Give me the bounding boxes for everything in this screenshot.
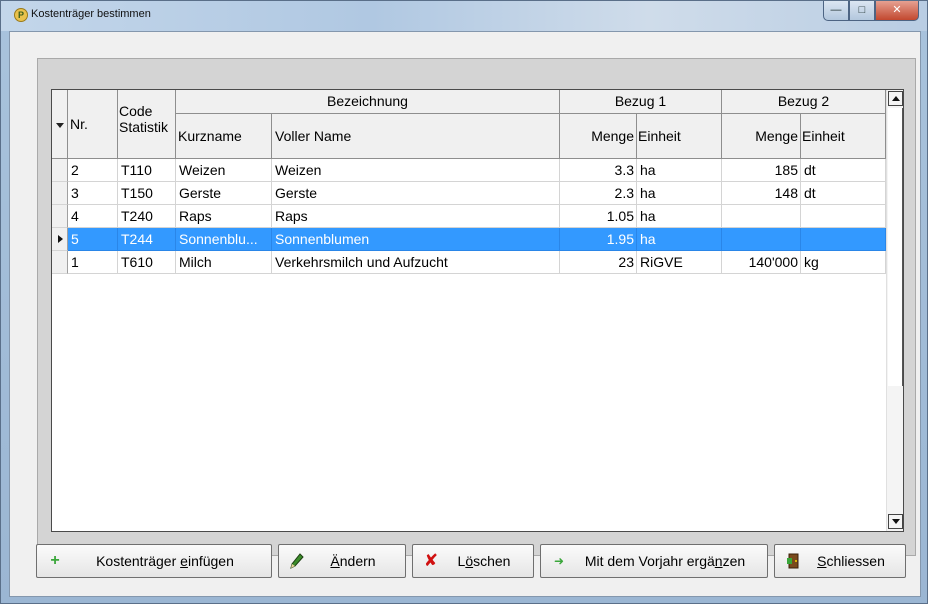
header-bezug1-menge[interactable]: Menge bbox=[560, 114, 637, 159]
cell-b2-menge[interactable]: 140'000 bbox=[722, 251, 801, 274]
delete-button[interactable]: ✘ Löschen bbox=[412, 544, 534, 578]
edit-button[interactable]: Ändern bbox=[278, 544, 406, 578]
complete-from-previous-year-label: Mit dem Vorjahr ergänzen bbox=[584, 553, 746, 569]
header-bezug2-einheit[interactable]: Einheit bbox=[801, 114, 886, 159]
cell-voller-name[interactable]: Raps bbox=[272, 205, 560, 228]
header-bezug2-menge[interactable]: Menge bbox=[722, 114, 801, 159]
window-title: Kostenträger bestimmen bbox=[31, 8, 151, 20]
cell-b2-einheit[interactable]: dt bbox=[801, 182, 886, 205]
cell-nr[interactable]: 3 bbox=[68, 182, 118, 205]
cell-b2-einheit[interactable]: dt bbox=[801, 159, 886, 182]
header-group-bezug2: Bezug 2 bbox=[722, 90, 886, 114]
header-group-bezug1: Bezug 1 bbox=[560, 90, 722, 114]
cell-code[interactable]: T244 bbox=[118, 228, 176, 251]
cost-object-grid[interactable]: Nr. Code Statistik Bezeichnung Bezug 1 B… bbox=[51, 89, 904, 532]
add-cost-object-label: Kostenträger einfügen bbox=[96, 553, 234, 569]
close-dialog-label: Schliessen bbox=[817, 553, 885, 569]
cell-voller-name[interactable]: Sonnenblumen bbox=[272, 228, 560, 251]
close-icon: ✕ bbox=[892, 4, 902, 16]
add-cost-object-button[interactable]: + Kostenträger einfügen bbox=[36, 544, 272, 578]
grid-panel: Nr. Code Statistik Bezeichnung Bezug 1 B… bbox=[37, 58, 916, 556]
dropdown-arrow-icon bbox=[56, 123, 64, 128]
plus-icon: + bbox=[50, 552, 60, 569]
cell-b1-menge[interactable]: 3.3 bbox=[560, 159, 637, 182]
header-group-bezeichnung: Bezeichnung bbox=[176, 90, 560, 114]
cell-voller-name[interactable]: Gerste bbox=[272, 182, 560, 205]
header-kurzname[interactable]: Kurzname bbox=[176, 114, 272, 159]
cell-kurzname[interactable]: Weizen bbox=[176, 159, 272, 182]
arrow-import-icon: ➜ bbox=[553, 554, 565, 568]
scroll-up-arrow-icon bbox=[892, 96, 900, 101]
header-voller-name[interactable]: Voller Name bbox=[272, 114, 560, 159]
cell-kurzname[interactable]: Sonnenblu... bbox=[176, 228, 272, 251]
vertical-scrollbar[interactable] bbox=[886, 90, 903, 531]
complete-from-previous-year-button[interactable]: ➜ Mit dem Vorjahr ergänzen bbox=[540, 544, 768, 578]
cell-b2-menge[interactable]: 185 bbox=[722, 159, 801, 182]
dialog-client-area: Nr. Code Statistik Bezeichnung Bezug 1 B… bbox=[9, 31, 921, 597]
cell-b1-menge[interactable]: 1.05 bbox=[560, 205, 637, 228]
cell-b2-menge[interactable] bbox=[722, 228, 801, 251]
scroll-up-button[interactable] bbox=[888, 91, 903, 106]
current-row-arrow-icon bbox=[58, 235, 63, 243]
close-dialog-button[interactable]: Schliessen bbox=[774, 544, 906, 578]
minimize-button[interactable]: — bbox=[823, 1, 849, 21]
cell-nr[interactable]: 2 bbox=[68, 159, 118, 182]
pencil-icon bbox=[289, 545, 305, 580]
scroll-down-button[interactable] bbox=[888, 514, 903, 529]
cell-b1-menge[interactable]: 1.95 bbox=[560, 228, 637, 251]
cell-code[interactable]: T240 bbox=[118, 205, 176, 228]
dialog-window: P Kostenträger bestimmen — □ ✕ Nr. Code … bbox=[0, 0, 928, 604]
row-selector[interactable] bbox=[52, 182, 68, 205]
cell-kurzname[interactable]: Raps bbox=[176, 205, 272, 228]
cell-b2-menge[interactable] bbox=[722, 205, 801, 228]
cell-nr[interactable]: 5 bbox=[68, 228, 118, 251]
header-code-statistik[interactable]: Code Statistik bbox=[118, 90, 176, 159]
header-nr[interactable]: Nr. bbox=[68, 90, 118, 159]
cell-b1-einheit[interactable]: ha bbox=[637, 228, 722, 251]
cell-b1-menge[interactable]: 2.3 bbox=[560, 182, 637, 205]
cell-b1-menge[interactable]: 23 bbox=[560, 251, 637, 274]
cell-voller-name[interactable]: Verkehrsmilch und Aufzucht bbox=[272, 251, 560, 274]
row-selector[interactable] bbox=[52, 205, 68, 228]
cell-b1-einheit[interactable]: RiGVE bbox=[637, 251, 722, 274]
cell-b1-einheit[interactable]: ha bbox=[637, 159, 722, 182]
cell-nr[interactable]: 1 bbox=[68, 251, 118, 274]
cell-kurzname[interactable]: Gerste bbox=[176, 182, 272, 205]
maximize-icon: □ bbox=[858, 4, 866, 16]
maximize-button[interactable]: □ bbox=[849, 1, 875, 21]
cell-voller-name[interactable]: Weizen bbox=[272, 159, 560, 182]
cell-code[interactable]: T610 bbox=[118, 251, 176, 274]
exit-door-icon bbox=[785, 545, 801, 580]
header-bezug1-einheit[interactable]: Einheit bbox=[637, 114, 722, 159]
scrollbar-thumb[interactable] bbox=[888, 108, 903, 386]
title-bar[interactable]: P Kostenträger bestimmen — □ ✕ bbox=[1, 1, 927, 31]
cell-code[interactable]: T150 bbox=[118, 182, 176, 205]
row-selector[interactable] bbox=[52, 228, 68, 251]
cell-b2-einheit[interactable]: kg bbox=[801, 251, 886, 274]
cell-b1-einheit[interactable]: ha bbox=[637, 205, 722, 228]
scroll-down-arrow-icon bbox=[892, 519, 900, 524]
cell-b2-menge[interactable]: 148 bbox=[722, 182, 801, 205]
row-selector[interactable] bbox=[52, 251, 68, 274]
column-chooser-button[interactable] bbox=[52, 90, 68, 159]
cell-code[interactable]: T110 bbox=[118, 159, 176, 182]
cell-b2-einheit[interactable] bbox=[801, 228, 886, 251]
delete-label: Löschen bbox=[457, 553, 511, 569]
edit-label: Ändern bbox=[330, 553, 376, 569]
cell-b2-einheit[interactable] bbox=[801, 205, 886, 228]
cell-nr[interactable]: 4 bbox=[68, 205, 118, 228]
close-window-button[interactable]: ✕ bbox=[875, 1, 919, 21]
row-selector[interactable] bbox=[52, 159, 68, 182]
minimize-icon: — bbox=[830, 4, 842, 16]
app-logo-icon: P bbox=[14, 8, 28, 22]
cell-kurzname[interactable]: Milch bbox=[176, 251, 272, 274]
red-x-icon: ✘ bbox=[423, 551, 439, 570]
cell-b1-einheit[interactable]: ha bbox=[637, 182, 722, 205]
